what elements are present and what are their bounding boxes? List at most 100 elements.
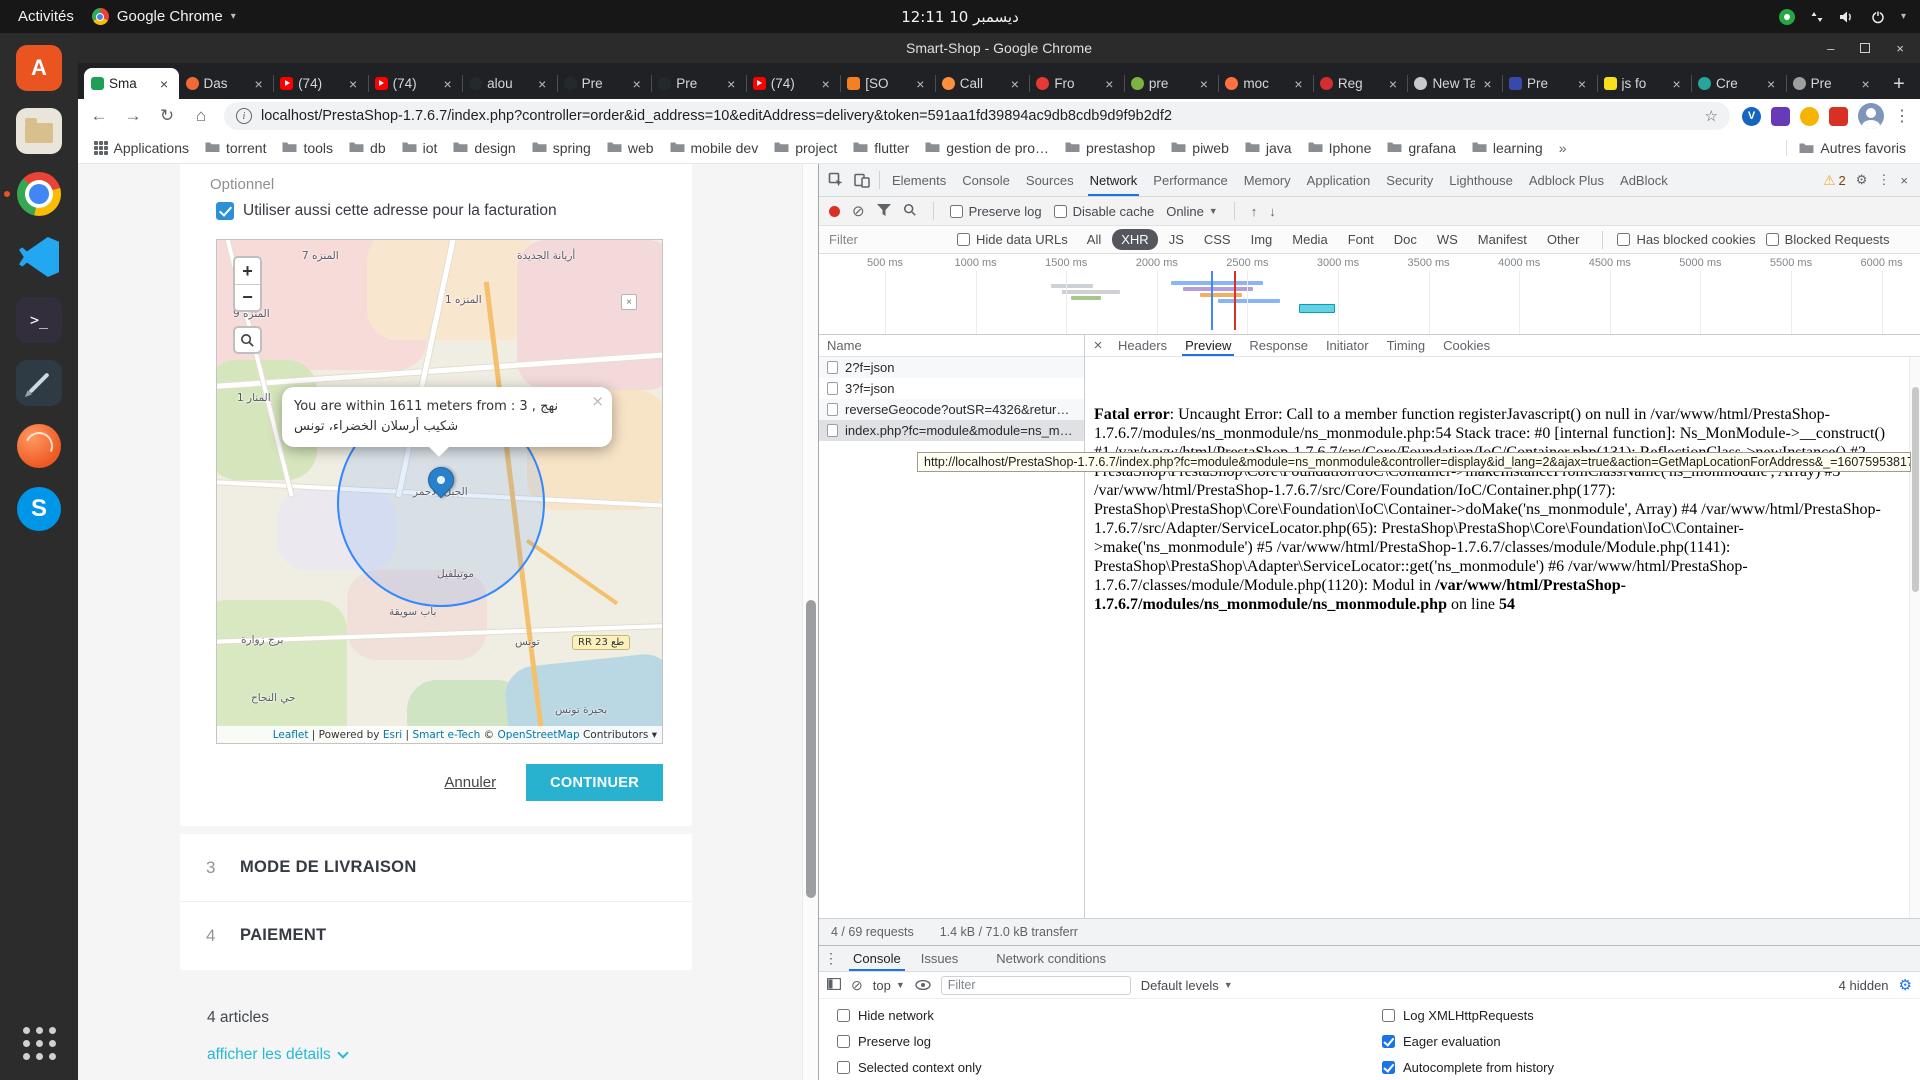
cancel-link[interactable]: Annuler	[444, 774, 496, 791]
devtools-tab-adblock-plus[interactable]: Adblock Plus	[1521, 164, 1612, 196]
bookmark-iot[interactable]: iot	[394, 140, 446, 156]
network-request-row[interactable]: 3?f=json	[819, 378, 1084, 399]
network-timeline[interactable]: 500 ms1000 ms1500 ms2000 ms2500 ms3000 m…	[819, 254, 1920, 335]
extension-yellow-icon[interactable]	[1800, 107, 1819, 126]
vscode-icon[interactable]	[14, 232, 64, 282]
checkbox[interactable]	[837, 1035, 850, 1048]
console-setting-selected-context-only[interactable]: Selected context only	[837, 1054, 982, 1080]
new-tab-button[interactable]: +	[1884, 69, 1914, 99]
url-text[interactable]: localhost/PrestaShop-1.7.6.7/index.php?c…	[261, 108, 1696, 124]
bookmark-project[interactable]: project	[766, 140, 845, 156]
extension-red-icon[interactable]	[1829, 107, 1848, 126]
network-request-row[interactable]: index.php?fc=module&module=ns_m…	[819, 420, 1084, 441]
inspect-element-icon[interactable]	[823, 164, 849, 196]
drawer-menu-icon[interactable]: ⋮	[819, 950, 843, 967]
browser-tab[interactable]: Fro×	[1029, 68, 1124, 99]
devtools-menu-icon[interactable]: ⋮	[1877, 172, 1890, 188]
bookmarks-overflow-icon[interactable]: »	[1551, 140, 1575, 156]
has-blocked-cookies-checkbox[interactable]: Has blocked cookies	[1617, 232, 1755, 247]
step-payment[interactable]: 4 PAIEMENT	[180, 901, 692, 969]
system-tray[interactable]: ▾	[1779, 9, 1920, 25]
tab-close-icon[interactable]: ×	[1858, 76, 1873, 92]
page-scrollbar[interactable]	[802, 164, 818, 1080]
warning-badge[interactable]: ⚠2	[1823, 172, 1846, 189]
bookmark-piweb[interactable]: piweb	[1163, 140, 1237, 156]
orange-globe-app-icon[interactable]	[14, 421, 64, 471]
tab-close-icon[interactable]: ×	[251, 76, 266, 92]
bookmark-spring[interactable]: spring	[524, 140, 599, 156]
bookmark-prestashop[interactable]: prestashop	[1057, 140, 1163, 156]
devtools-tab-memory[interactable]: Memory	[1236, 164, 1299, 196]
console-setting-log-xmlhttprequests[interactable]: Log XMLHttpRequests	[1382, 1002, 1554, 1028]
browser-tab[interactable]: Das×	[179, 68, 274, 99]
reload-button[interactable]: ↻	[156, 106, 178, 126]
preserve-log-checkbox[interactable]: Preserve log	[950, 204, 1042, 219]
browser-tab[interactable]: Pre×	[651, 68, 746, 99]
console-filter-input[interactable]	[941, 976, 1131, 995]
tab-close-icon[interactable]: ×	[1102, 76, 1117, 92]
bookmark-grafana[interactable]: grafana	[1379, 140, 1463, 156]
attribution-link[interactable]: Leaflet	[273, 729, 309, 741]
tab-close-icon[interactable]: ×	[1575, 76, 1590, 92]
tab-close-icon[interactable]: ×	[1480, 76, 1495, 92]
maximize-icon[interactable]	[1860, 43, 1870, 53]
checkbox[interactable]	[950, 205, 963, 218]
bookmark-web[interactable]: web	[599, 140, 662, 156]
filter-pill-js[interactable]: JS	[1160, 229, 1193, 250]
network-conditions-tab[interactable]: Network conditions	[996, 951, 1106, 966]
google-chrome-icon[interactable]	[14, 169, 64, 219]
extension-puzzle-icon[interactable]	[1771, 107, 1790, 126]
map-overlay-close-icon[interactable]: ×	[621, 294, 637, 310]
bookmark-java[interactable]: java	[1237, 140, 1300, 156]
terminal-icon[interactable]: >_	[14, 295, 64, 345]
other-bookmarks[interactable]: Autres favoris	[1786, 140, 1912, 156]
window-titlebar[interactable]: Smart-Shop - Google Chrome – ×	[78, 33, 1920, 63]
browser-tab[interactable]: Cre×	[1691, 68, 1786, 99]
devtools-close-icon[interactable]: ×	[1900, 173, 1908, 188]
filter-pill-manifest[interactable]: Manifest	[1469, 229, 1536, 250]
activities-button[interactable]: Activités	[0, 8, 92, 25]
bookmark-torrent[interactable]: torrent	[197, 140, 274, 156]
hide-data-urls-checkbox[interactable]: Hide data URLs	[957, 232, 1068, 247]
console-setting-preserve-log[interactable]: Preserve log	[837, 1028, 982, 1054]
request-detail-tab-initiator[interactable]: Initiator	[1317, 335, 1378, 356]
throttling-dropdown[interactable]: Online▼	[1166, 204, 1218, 219]
filter-pill-font[interactable]: Font	[1339, 229, 1383, 250]
log-levels-dropdown[interactable]: Default levels▼	[1141, 978, 1233, 993]
eye-icon[interactable]	[915, 978, 931, 993]
checkbox[interactable]	[1054, 205, 1067, 218]
bookmark-tools[interactable]: tools	[274, 140, 341, 156]
filter-toggle-icon[interactable]	[877, 204, 891, 219]
attribution-link[interactable]: OpenStreetMap	[498, 729, 580, 741]
devtools-settings-icon[interactable]: ⚙	[1856, 172, 1868, 188]
checkbox[interactable]	[837, 1009, 850, 1022]
bookmark-design[interactable]: design	[445, 140, 523, 156]
devtools-tab-sources[interactable]: Sources	[1018, 164, 1082, 196]
network-request-row[interactable]: 2?f=json	[819, 357, 1084, 378]
devtools-tab-application[interactable]: Application	[1299, 164, 1379, 196]
tab-close-icon[interactable]: ×	[1764, 76, 1779, 92]
browser-tab[interactable]: New Ta×	[1407, 68, 1502, 99]
scrollbar-thumb[interactable]	[1912, 387, 1919, 592]
forward-button[interactable]: →	[122, 106, 144, 126]
devtools-tab-elements[interactable]: Elements	[884, 164, 954, 196]
step-delivery-mode[interactable]: 3 MODE DE LIVRAISON	[180, 834, 692, 901]
tab-close-icon[interactable]: ×	[157, 76, 172, 92]
console-settings-icon[interactable]: ⚙	[1899, 976, 1912, 994]
clear-console-icon[interactable]: ⊘	[851, 977, 863, 994]
tab-close-icon[interactable]: ×	[1196, 76, 1211, 92]
console-setting-hide-network[interactable]: Hide network	[837, 1002, 982, 1028]
devtools-tab-adblock[interactable]: AdBlock	[1612, 164, 1676, 196]
network-request-row[interactable]: reverseGeocode?outSR=4326&returnI…	[819, 399, 1084, 420]
popup-close-icon[interactable]: ×	[591, 390, 604, 413]
checkbox[interactable]	[957, 233, 970, 246]
bookmark-iphone[interactable]: Iphone	[1300, 140, 1380, 156]
request-detail-tab-cookies[interactable]: Cookies	[1434, 335, 1499, 356]
map-search-button[interactable]	[233, 326, 262, 354]
request-detail-tab-headers[interactable]: Headers	[1109, 335, 1176, 356]
blocked-requests-checkbox[interactable]: Blocked Requests	[1766, 232, 1890, 247]
show-applications-icon[interactable]	[14, 1018, 64, 1068]
checkbox[interactable]	[1617, 233, 1630, 246]
search-icon[interactable]	[903, 203, 917, 220]
request-detail-tab-timing[interactable]: Timing	[1378, 335, 1435, 356]
